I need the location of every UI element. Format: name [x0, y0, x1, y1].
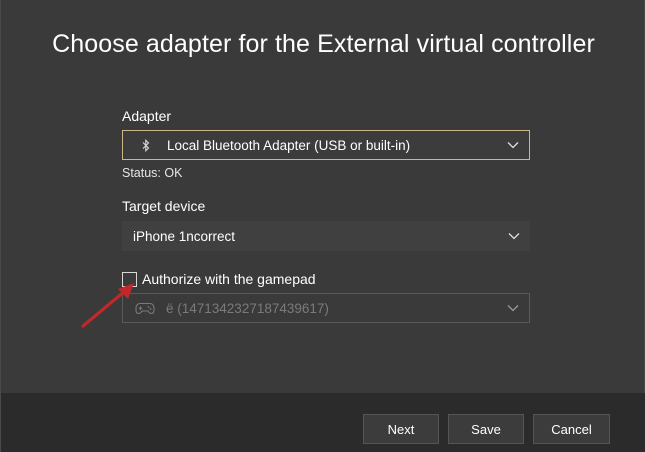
adapter-dialog: Choose adapter for the External virtual … [0, 0, 645, 452]
chevron-down-icon [507, 305, 519, 312]
adapter-status: Status: OK [122, 166, 183, 180]
target-device-selected-value: iPhone 1ncorrect [133, 228, 236, 244]
chevron-down-icon [507, 142, 519, 149]
annotation-arrow-icon [81, 283, 134, 328]
chevron-down-icon [508, 233, 520, 240]
authorize-checkbox-label[interactable]: Authorize with the gamepad [142, 271, 316, 287]
dialog-title: Choose adapter for the External virtual … [52, 30, 595, 58]
gamepad-selected-value: ё (1471342327187439617) [166, 300, 329, 316]
adapter-selected-value: Local Bluetooth Adapter (USB or built-in… [167, 137, 411, 153]
next-button[interactable]: Next [363, 414, 439, 444]
adapter-dropdown[interactable]: Local Bluetooth Adapter (USB or built-in… [122, 130, 530, 160]
authorize-checkbox-row[interactable]: Authorize with the gamepad [122, 271, 316, 287]
gamepad-dropdown[interactable]: ё (1471342327187439617) [122, 293, 530, 323]
cancel-button[interactable]: Cancel [533, 414, 610, 444]
save-button[interactable]: Save [448, 414, 524, 444]
adapter-label: Adapter [122, 108, 172, 124]
target-device-label: Target device [122, 198, 206, 214]
bluetooth-icon [139, 137, 153, 153]
target-device-dropdown[interactable]: iPhone 1ncorrect [122, 221, 530, 251]
